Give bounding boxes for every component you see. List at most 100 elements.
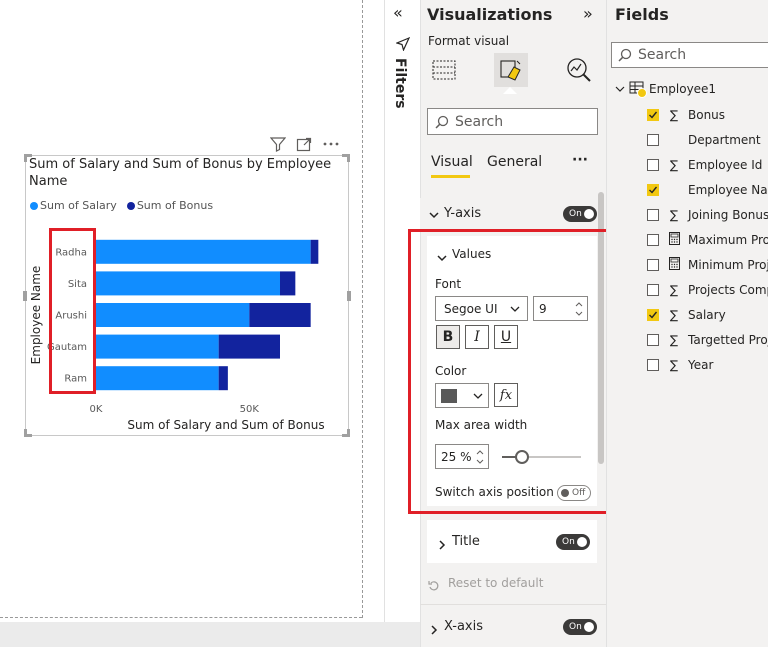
sigma-icon: ∑	[669, 308, 679, 322]
chevron-down-icon	[615, 86, 625, 92]
fields-title: Fields	[615, 5, 669, 24]
legend-item-salary[interactable]: Sum of Salary	[30, 199, 117, 212]
field-checkbox[interactable]	[647, 359, 659, 371]
field-checkbox[interactable]	[647, 284, 659, 296]
field-item[interactable]: Minimum Proje	[647, 255, 768, 275]
format-search-box[interactable]: Search	[427, 108, 598, 135]
legend-swatch	[30, 201, 38, 210]
collapse-left-icon[interactable]: «	[393, 3, 403, 22]
bar-salary[interactable]	[96, 334, 219, 359]
field-item[interactable]: ∑ Bonus	[647, 105, 725, 125]
more-options-icon[interactable]	[322, 136, 340, 156]
field-name: Department	[688, 133, 761, 147]
y-axis-toggle[interactable]: On	[563, 206, 597, 222]
x-axis-label[interactable]: X-axis	[444, 619, 483, 634]
legend-label: Sum of Bonus	[136, 199, 214, 212]
chart-title: Sum of Salary and Sum of Bonus by Employ…	[29, 157, 332, 189]
search-input[interactable]: Search	[638, 47, 686, 63]
field-item[interactable]: ∑ Joining Bonus	[647, 205, 768, 225]
focus-mode-icon[interactable]	[296, 136, 312, 156]
filter-icon[interactable]	[269, 136, 287, 156]
filter-icon	[395, 36, 411, 55]
field-item[interactable]: Department	[647, 130, 761, 150]
selected-pointer	[503, 87, 517, 94]
field-item[interactable]: Employee Nam	[647, 180, 768, 200]
search-icon	[618, 48, 632, 62]
table-icon	[629, 81, 647, 98]
toggle-knob	[577, 537, 587, 547]
field-checkbox[interactable]	[647, 134, 659, 146]
highlight-y-axis-labels	[49, 228, 96, 394]
toggle-text: On	[562, 537, 575, 547]
analytics-icon[interactable]	[562, 53, 596, 87]
bar-bonus[interactable]	[249, 303, 311, 327]
field-name: Employee Nam	[688, 183, 768, 197]
bar-salary[interactable]	[96, 271, 280, 296]
field-item[interactable]: ∑ Year	[647, 355, 713, 375]
field-item[interactable]: Maximum Proje	[647, 230, 768, 250]
chevron-right-icon	[428, 621, 440, 640]
calculator-icon	[668, 257, 680, 273]
format-visual-label: Format visual	[428, 34, 510, 48]
bar-salary[interactable]	[96, 239, 311, 264]
legend-item-bonus[interactable]: Sum of Bonus	[126, 199, 214, 212]
chevron-down-icon	[428, 206, 440, 225]
reset-to-default-button[interactable]: Reset to default	[448, 576, 543, 590]
build-visual-icon[interactable]	[427, 53, 461, 87]
table-name: Employee1	[649, 82, 717, 96]
legend-label: Sum of Salary	[40, 199, 117, 212]
bar-bonus[interactable]	[310, 239, 319, 264]
field-item[interactable]: ∑ Projects Compl	[647, 280, 768, 300]
more-options-icon[interactable]: ···	[572, 152, 588, 168]
highlight-values-section	[408, 229, 628, 514]
chart-legend: Sum of Salary Sum of Bonus	[30, 199, 219, 212]
bar-salary[interactable]	[96, 366, 219, 391]
toggle-text: On	[569, 622, 582, 632]
sigma-icon: ∑	[669, 108, 679, 122]
filters-pane-label[interactable]: Filters	[392, 58, 408, 109]
field-checkbox[interactable]	[647, 109, 659, 121]
sigma-icon: ∑	[669, 283, 679, 297]
field-name: Targetted Proje	[688, 333, 768, 347]
y-axis-title: Employee Name	[29, 266, 43, 365]
field-name: Maximum Proje	[688, 233, 768, 247]
x-axis-tick-label: 0K	[90, 404, 103, 415]
tab-visual[interactable]: Visual	[431, 154, 473, 170]
toggle-text: On	[569, 209, 582, 219]
search-input[interactable]: Search	[455, 114, 503, 130]
field-checkbox[interactable]	[647, 259, 659, 271]
x-axis-toggle[interactable]: On	[563, 619, 597, 635]
bar-bonus[interactable]	[280, 271, 296, 296]
field-checkbox[interactable]	[647, 184, 659, 196]
calculator-icon	[668, 232, 680, 248]
title-toggle[interactable]: On	[556, 534, 590, 550]
toggle-knob	[584, 209, 594, 219]
visual-header-icons	[269, 136, 340, 156]
toggle-knob	[584, 622, 594, 632]
x-axis-title: Sum of Salary and Sum of Bonus	[127, 418, 324, 432]
field-item[interactable]: ∑ Salary	[647, 305, 726, 325]
format-visual-icon[interactable]	[494, 53, 528, 87]
field-checkbox[interactable]	[647, 209, 659, 221]
fields-search-box[interactable]: Search	[611, 42, 768, 68]
expand-right-icon[interactable]: »	[583, 4, 593, 23]
field-name: Bonus	[688, 108, 726, 122]
search-icon	[435, 115, 449, 129]
bar-salary[interactable]	[96, 303, 250, 327]
bar-bonus[interactable]	[218, 334, 280, 359]
field-item[interactable]: ∑ Targetted Proje	[647, 330, 768, 350]
table-employee1[interactable]: Employee1	[614, 81, 717, 98]
bar-bonus[interactable]	[218, 366, 228, 391]
x-axis-tick-label: 50K	[240, 404, 260, 415]
field-item[interactable]: ∑ Employee Id	[647, 155, 762, 175]
page-boundary-horizontal	[0, 617, 362, 618]
sigma-icon: ∑	[669, 208, 679, 222]
field-checkbox[interactable]	[647, 309, 659, 321]
field-checkbox[interactable]	[647, 234, 659, 246]
resize-handle[interactable]	[342, 154, 350, 162]
tab-general[interactable]: General	[487, 154, 542, 170]
field-checkbox[interactable]	[647, 334, 659, 346]
field-checkbox[interactable]	[647, 159, 659, 171]
field-name: Minimum Proje	[688, 258, 768, 272]
field-name: Salary	[688, 308, 726, 322]
